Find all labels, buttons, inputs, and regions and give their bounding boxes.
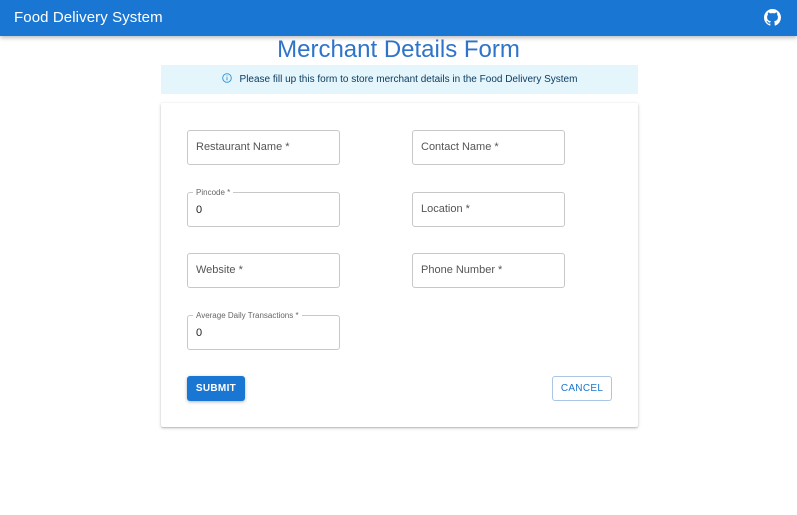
location-field[interactable]: Location * [412, 192, 565, 227]
page-title: Merchant Details Form [277, 36, 520, 63]
average-daily-transactions-field[interactable]: Average Daily Transactions * 0 [187, 311, 340, 350]
info-icon [221, 73, 232, 83]
alert-text: Please fill up this form to store mercha… [239, 74, 578, 85]
location-label: Location * [421, 203, 470, 215]
cancel-button[interactable]: CANCEL [552, 376, 612, 401]
restaurant-name-label: Restaurant Name * [196, 141, 290, 153]
contact-name-field[interactable]: Contact Name * [412, 130, 565, 165]
phone-number-field[interactable]: Phone Number * [412, 253, 565, 288]
app-title: Food Delivery System [14, 9, 163, 26]
app-bar: Food Delivery System [0, 0, 797, 36]
phone-number-label: Phone Number * [421, 264, 503, 276]
info-alert: Please fill up this form to store mercha… [161, 65, 638, 94]
average-daily-transactions-label: Average Daily Transactions * [193, 311, 302, 320]
average-daily-transactions-value: 0 [196, 327, 203, 339]
restaurant-name-field[interactable]: Restaurant Name * [187, 130, 340, 165]
pincode-label: Pincode * [193, 188, 234, 197]
submit-button[interactable]: SUBMIT [187, 376, 245, 401]
website-field[interactable]: Website * [187, 253, 340, 288]
contact-name-label: Contact Name * [421, 141, 499, 153]
pincode-field[interactable]: Pincode * 0 [187, 188, 340, 227]
merchant-form-card: Restaurant Name * Contact Name * Pincode… [161, 103, 638, 427]
website-label: Website * [196, 264, 243, 276]
github-icon[interactable] [764, 9, 781, 26]
pincode-value: 0 [196, 204, 203, 216]
